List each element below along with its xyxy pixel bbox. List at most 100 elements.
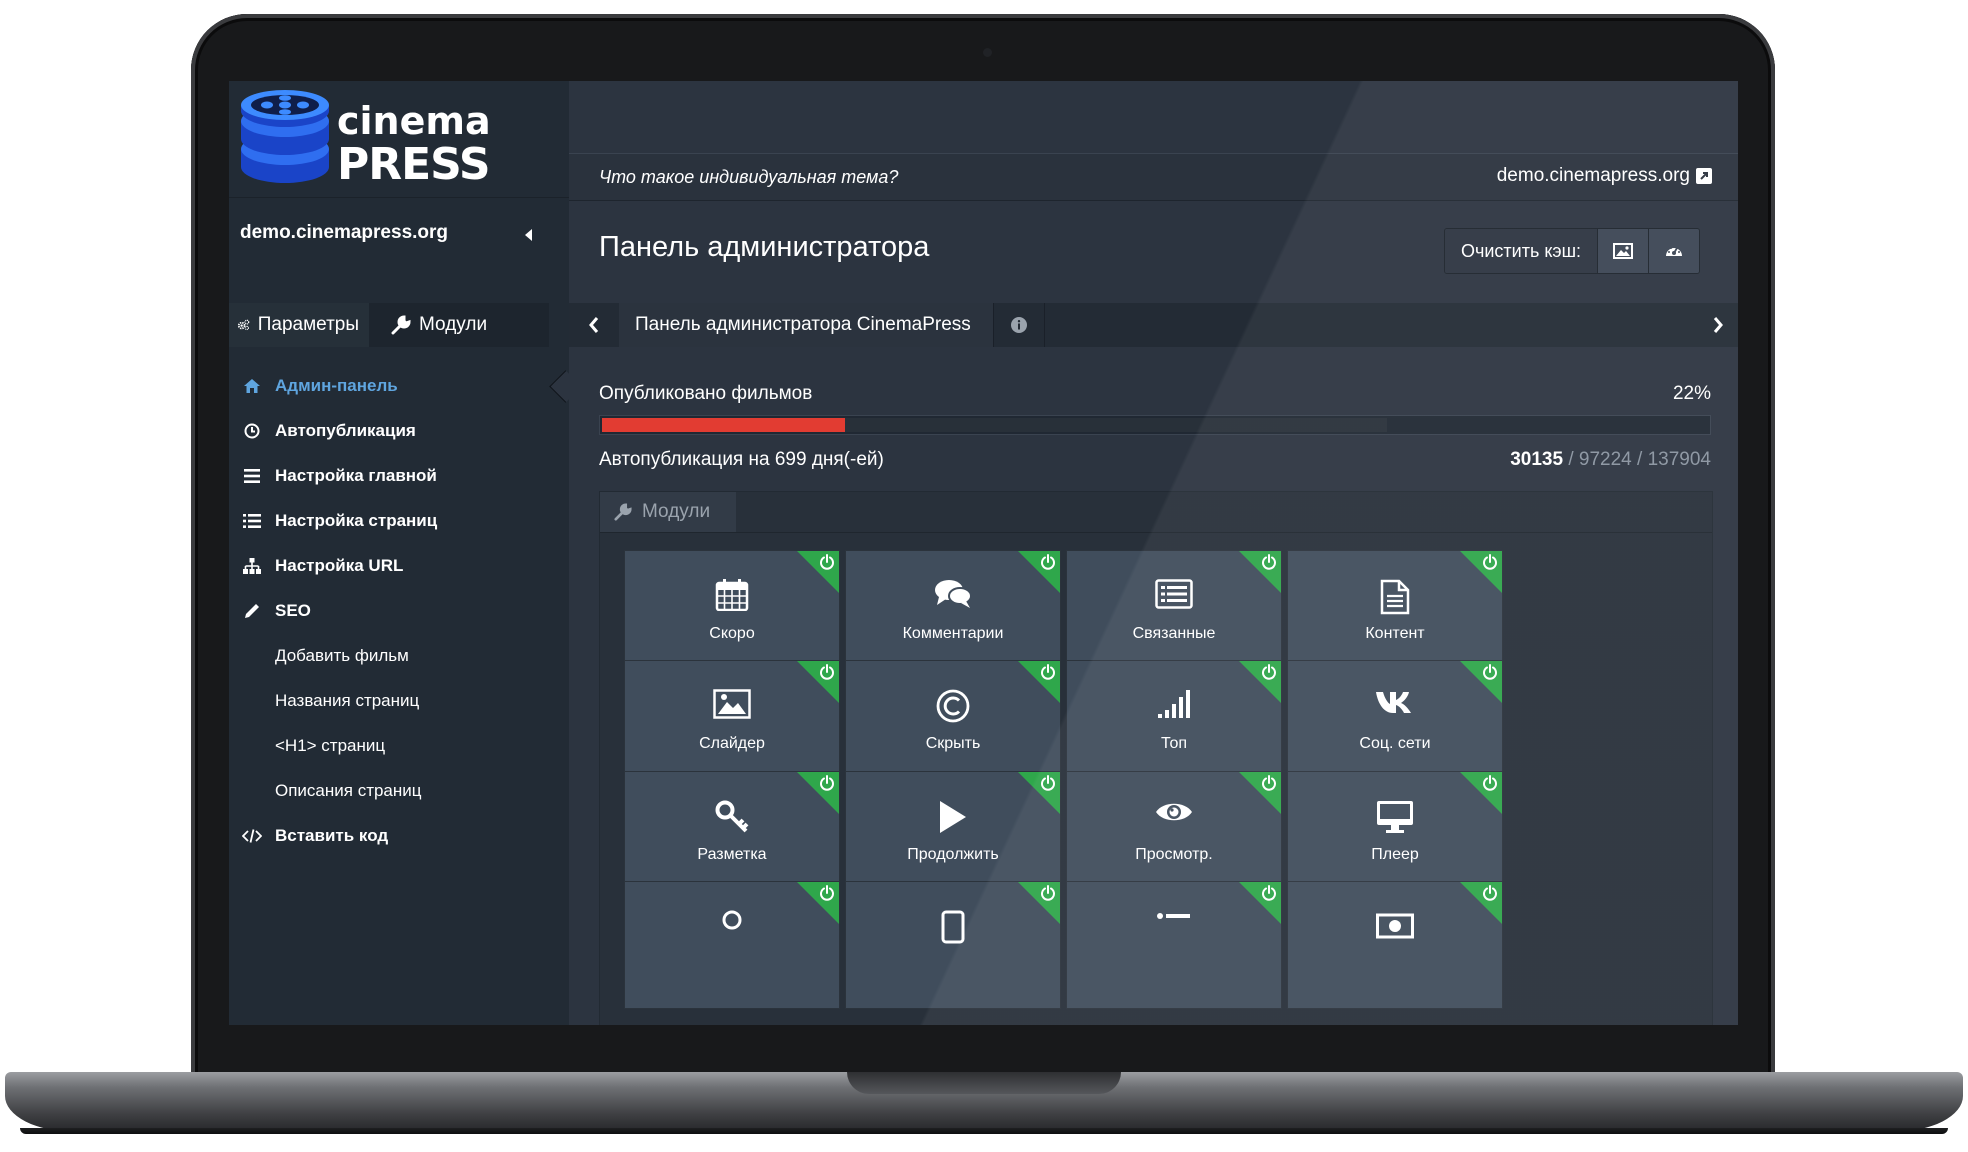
desktop-icon	[1288, 800, 1502, 834]
module-tile[interactable]: Комментарии	[845, 550, 1061, 678]
module-tile[interactable]: Связанные	[1066, 550, 1282, 678]
copyright-icon	[846, 689, 1060, 723]
module-tile[interactable]: Топ	[1066, 660, 1282, 788]
modules-tab[interactable]: Модули	[600, 492, 736, 532]
module-tile[interactable]	[1066, 881, 1282, 1009]
site-link[interactable]: demo.cinemapress.org	[1497, 165, 1712, 187]
vk-icon	[1288, 689, 1502, 715]
module-label: Слайдер	[699, 735, 765, 752]
sidebar-item-label: Вставить код	[275, 825, 389, 845]
sidebar-item-label: <H1> страниц	[275, 735, 386, 755]
signal-icon	[1067, 689, 1281, 719]
money-icon	[1288, 910, 1502, 940]
module-label: Продолжить	[907, 846, 999, 863]
tabs-next-button[interactable]	[1698, 303, 1738, 347]
power-icon[interactable]	[819, 664, 835, 685]
power-icon[interactable]	[1482, 885, 1498, 906]
sidebar-item-label: Названия страниц	[275, 690, 420, 710]
power-icon[interactable]	[819, 775, 835, 796]
sidebar-item-admin-panel[interactable]: Админ-панель	[229, 363, 569, 408]
power-icon[interactable]	[1261, 885, 1277, 906]
sidebar-item-label: Автопубликация	[275, 420, 416, 440]
theme-question-link[interactable]: Что такое индивидуальная тема?	[599, 167, 898, 188]
film-counts: 30135 / 97224 / 137904	[1510, 449, 1711, 471]
sidebar-item-label: Настройка URL	[275, 555, 404, 575]
module-tile[interactable]: Плеер	[1287, 771, 1503, 899]
play-icon	[846, 800, 1060, 834]
tab-parameters[interactable]: Параметры	[229, 303, 369, 347]
film-reel-logo-icon	[241, 90, 329, 183]
comments-icon	[846, 579, 1060, 609]
code-icon	[239, 828, 265, 843]
module-tile[interactable]: Слайдер	[624, 660, 840, 788]
gears-icon	[237, 319, 250, 331]
module-tile[interactable]: Скоро	[624, 550, 840, 678]
module-tile[interactable]: Соц. сети	[1287, 660, 1503, 788]
published-label: Опубликовано фильмов	[599, 383, 813, 404]
sidebar-item-page-descriptions[interactable]: Описания страниц	[229, 768, 569, 813]
module-tile[interactable]	[624, 881, 840, 1009]
list-icon	[239, 513, 265, 528]
tab-admin-panel[interactable]: Панель администратора CinemaPress	[619, 303, 994, 347]
sidebar-item-main-settings[interactable]: Настройка главной	[229, 453, 569, 498]
power-icon[interactable]	[1040, 775, 1056, 796]
power-icon[interactable]	[819, 554, 835, 575]
dashboard-icon	[1666, 247, 1683, 256]
module-tile[interactable]: Контент	[1287, 550, 1503, 678]
clear-image-cache-button[interactable]	[1598, 229, 1650, 273]
tablet-icon	[846, 910, 1060, 944]
sitemap-icon	[239, 557, 265, 574]
logo[interactable]: cinema PRESS	[239, 89, 491, 194]
info-button[interactable]	[994, 303, 1045, 347]
power-icon[interactable]	[1482, 775, 1498, 796]
brand-name: cinema PRESS	[337, 99, 491, 187]
sidebar-item-page-h1[interactable]: <H1> страниц	[229, 723, 569, 768]
power-icon[interactable]	[1482, 664, 1498, 685]
modules-tab-label: Модули	[642, 501, 711, 522]
clear-page-cache-button[interactable]	[1649, 229, 1700, 273]
power-icon[interactable]	[1261, 664, 1277, 685]
sidebar-tabs: Параметры Модули	[229, 303, 569, 347]
info-icon	[1011, 317, 1027, 333]
sidebar-item-insert-code[interactable]: Вставить код	[229, 813, 569, 858]
clear-cache-group: Очистить кэш:	[1444, 228, 1701, 274]
power-icon[interactable]	[1261, 775, 1277, 796]
calendar-icon	[625, 579, 839, 611]
site-selector[interactable]: demo.cinemapress.org	[229, 197, 569, 268]
collapse-caret-icon[interactable]	[525, 229, 532, 241]
user-icon	[625, 910, 839, 944]
brand-line-1: cinema	[337, 99, 491, 143]
modules-grid: Скоро Комментарии Связанные Контент Слайдер С…	[600, 532, 1712, 1025]
tabs-prev-button[interactable]	[569, 303, 620, 347]
sidebar-item-page-titles[interactable]: Названия страниц	[229, 678, 569, 723]
sidebar-item-add-film[interactable]: Добавить фильм	[229, 633, 569, 678]
power-icon[interactable]	[1261, 554, 1277, 575]
clock-icon	[239, 423, 265, 439]
module-tile[interactable]: Разметка	[624, 771, 840, 899]
sidebar-item-autopublish[interactable]: Автопубликация	[229, 408, 569, 453]
laptop-foot	[20, 1128, 1948, 1134]
module-tile[interactable]: Скрыть	[845, 660, 1061, 788]
sidebar-item-seo[interactable]: SEO	[229, 588, 569, 633]
progress-fill	[602, 418, 845, 432]
sidebar: cinema PRESS demo.cinemapress.org Параме…	[229, 81, 569, 1025]
key-icon	[625, 800, 839, 834]
power-icon[interactable]	[1040, 885, 1056, 906]
camera-icon	[983, 48, 992, 57]
power-icon[interactable]	[1040, 664, 1056, 685]
sidebar-item-pages-settings[interactable]: Настройка страниц	[229, 498, 569, 543]
brand-line-2: PRESS	[337, 139, 491, 190]
power-icon[interactable]	[1040, 554, 1056, 575]
module-tile[interactable]: Просмотр.	[1066, 771, 1282, 899]
modules-panel: Модули Скоро Комментарии Связанные Контент С…	[599, 491, 1713, 1025]
module-label: Связанные	[1132, 625, 1216, 642]
tab-modules[interactable]: Модули	[369, 303, 549, 347]
module-tile[interactable]: Продолжить	[845, 771, 1061, 899]
published-percent: 22%	[1672, 383, 1711, 404]
module-tile[interactable]	[845, 881, 1061, 1009]
power-icon[interactable]	[1482, 554, 1498, 575]
power-icon[interactable]	[819, 885, 835, 906]
module-tile[interactable]	[1287, 881, 1503, 1009]
tab-modules-label: Модули	[419, 314, 488, 335]
sidebar-item-url-settings[interactable]: Настройка URL	[229, 543, 569, 588]
